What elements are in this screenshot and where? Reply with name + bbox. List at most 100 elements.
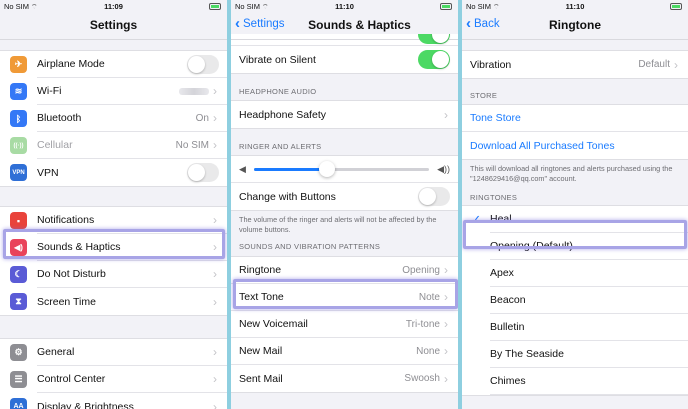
- store-header: STORE: [470, 91, 498, 100]
- sounds-haptics-screen: No SIM ⌔ 11:10 ‹ Settings Sounds & Haptics…: [231, 0, 458, 409]
- row-cellular[interactable]: ((·)) Cellular No SIM ›: [0, 132, 227, 159]
- row-control-center[interactable]: ☰ Control Center ›: [0, 366, 227, 393]
- chevron-right-icon: ›: [444, 290, 448, 304]
- vibrate-group: Vibrate on Silent: [231, 34, 458, 74]
- patterns-header: SOUNDS AND VIBRATION PATTERNS: [239, 242, 381, 251]
- ringer-group: ◀ ◀)) Change with Buttons: [231, 155, 458, 211]
- ringtones-list: ✓ Heal Opening (Default) Apex Beacon Bull…: [462, 205, 688, 396]
- notifications-group: ▪ Notifications › ◀) Sounds & Haptics › ☾ …: [0, 206, 227, 316]
- vpn-icon: VPN: [10, 164, 27, 181]
- patterns-group: Ringtone Opening › Text Tone Note › New Voic…: [231, 256, 458, 393]
- row-new-mail[interactable]: New Mail None ›: [231, 338, 458, 365]
- row-display-brightness[interactable]: AA Display & Brightness ›: [0, 393, 227, 409]
- chevron-right-icon: ›: [444, 371, 448, 386]
- bluetooth-icon: ᛒ: [10, 110, 27, 127]
- ringtone-item[interactable]: Opening (Default): [462, 233, 688, 260]
- screenshot-stage: No SIM ⌔ 11:09 Settings ✈ Airplane Mode ≋…: [0, 0, 688, 409]
- download-all-tones-link[interactable]: Download All Purchased Tones: [462, 132, 688, 159]
- ringtone-item-selected[interactable]: ✓ Heal: [462, 206, 688, 233]
- store-note: This will download all ringtones and ale…: [470, 164, 673, 183]
- nav-bar: Settings: [0, 14, 227, 40]
- vibration-group: Vibration Default ›: [462, 50, 688, 79]
- row-general[interactable]: ⚙ General ›: [0, 339, 227, 366]
- vibrate-on-silent-toggle[interactable]: [418, 50, 450, 69]
- row-change-with-buttons[interactable]: Change with Buttons: [231, 183, 458, 210]
- headphone-group: Headphone Safety ›: [231, 100, 458, 129]
- row-bluetooth[interactable]: ᛒ Bluetooth On ›: [0, 105, 227, 132]
- chevron-right-icon: ›: [213, 138, 217, 152]
- wifi-network-redacted: [179, 87, 209, 95]
- chevron-right-icon: ›: [444, 263, 448, 277]
- row-do-not-disturb[interactable]: ☾ Do Not Disturb ›: [0, 261, 227, 288]
- row-ringtone[interactable]: Ringtone Opening ›: [231, 257, 458, 284]
- chevron-right-icon: ›: [213, 294, 217, 309]
- ringer-volume-row: ◀ ◀)): [231, 156, 458, 183]
- chevron-right-icon: ›: [674, 57, 678, 72]
- hourglass-icon: ⧗: [10, 293, 27, 310]
- headphone-audio-header: HEADPHONE AUDIO: [239, 87, 317, 96]
- chevron-right-icon: ›: [213, 213, 217, 227]
- cellular-icon: ((·)): [10, 137, 27, 154]
- row-text-tone[interactable]: Text Tone Note ›: [231, 284, 458, 311]
- chevron-right-icon: ›: [444, 317, 448, 331]
- ringtone-item[interactable]: Beacon: [462, 287, 688, 314]
- page-title: Ringtone: [549, 18, 601, 32]
- ringtone-screen: No SIM ⌔ 11:10 ‹ Back Ringtone Vibration De…: [462, 0, 688, 409]
- ringer-note: The volume of the ringer and alerts will…: [239, 215, 437, 234]
- airplane-mode-toggle[interactable]: [187, 54, 219, 74]
- moon-icon: ☾: [10, 266, 27, 283]
- row-screen-time[interactable]: ⧗ Screen Time ›: [0, 288, 227, 315]
- chevron-right-icon: ›: [444, 344, 448, 358]
- tone-store-link[interactable]: Tone Store: [462, 105, 688, 132]
- status-bar: No SIM ⌔ 11:09: [0, 0, 227, 14]
- chevron-right-icon: ›: [213, 399, 217, 409]
- vpn-toggle[interactable]: [187, 163, 219, 182]
- ringtone-item[interactable]: Chimes: [462, 368, 688, 395]
- chevron-right-icon: ›: [213, 267, 217, 281]
- ringer-volume-knob[interactable]: [319, 160, 336, 177]
- battery-icon: [209, 3, 221, 10]
- chevron-right-icon: ›: [213, 84, 217, 98]
- checkmark-icon: ✓: [470, 211, 482, 227]
- store-group: Tone Store Download All Purchased Tones: [462, 104, 688, 160]
- chevron-right-icon: ›: [213, 240, 217, 254]
- speaker-high-icon: ◀)): [437, 163, 450, 174]
- ringtones-header: RINGTONES: [470, 193, 518, 202]
- general-group: ⚙ General › ☰ Control Center › AA Display …: [0, 338, 227, 409]
- chevron-right-icon: ›: [213, 111, 217, 125]
- speaker-icon: ◀): [10, 239, 27, 256]
- row-sent-mail[interactable]: Sent Mail Swoosh ›: [231, 365, 458, 392]
- battery-icon: [670, 3, 682, 10]
- ringer-alerts-header: RINGER AND ALERTS: [239, 142, 322, 151]
- ringer-volume-slider[interactable]: [253, 160, 430, 177]
- vibrate-on-ring-toggle[interactable]: [418, 34, 450, 44]
- display-icon: AA: [10, 398, 27, 409]
- row-new-voicemail[interactable]: New Voicemail Tri-tone ›: [231, 311, 458, 338]
- row-notifications[interactable]: ▪ Notifications ›: [0, 207, 227, 234]
- row-vpn[interactable]: VPN VPN: [0, 159, 227, 186]
- notifications-icon: ▪: [10, 212, 27, 229]
- ringtone-item[interactable]: By The Seaside: [462, 341, 688, 368]
- row-vibration[interactable]: Vibration Default ›: [462, 51, 688, 78]
- speaker-low-icon: ◀: [239, 163, 246, 174]
- clock: 11:10: [565, 2, 585, 11]
- row-vibrate-on-silent[interactable]: Vibrate on Silent: [231, 46, 458, 73]
- ringer-volume-fill: [253, 167, 328, 171]
- chevron-right-icon: ›: [213, 372, 217, 386]
- row-headphone-safety[interactable]: Headphone Safety ›: [231, 101, 458, 128]
- row-sounds-haptics[interactable]: ◀) Sounds & Haptics ›: [0, 234, 227, 261]
- wifi-icon: ≋: [10, 83, 27, 100]
- clock: 11:10: [335, 2, 354, 11]
- status-bar: No SIM ⌔ 11:10: [231, 0, 458, 14]
- chevron-right-icon: ›: [444, 107, 448, 122]
- ringtone-item[interactable]: Apex: [462, 260, 688, 287]
- change-with-buttons-toggle[interactable]: [418, 187, 450, 206]
- row-wifi[interactable]: ≋ Wi-Fi ›: [0, 78, 227, 105]
- connectivity-group: ✈ Airplane Mode ≋ Wi-Fi › ᛒ Bluetooth On › …: [0, 50, 227, 187]
- vibrate-on-ring-row-partial: [231, 34, 458, 46]
- page-title: Settings: [89, 18, 138, 32]
- nav-bar: ‹ Back Ringtone: [462, 14, 688, 40]
- row-airplane-mode[interactable]: ✈ Airplane Mode: [0, 51, 227, 78]
- ringtone-item[interactable]: Bulletin: [462, 314, 688, 341]
- page-title: Sounds & Haptics: [308, 18, 411, 32]
